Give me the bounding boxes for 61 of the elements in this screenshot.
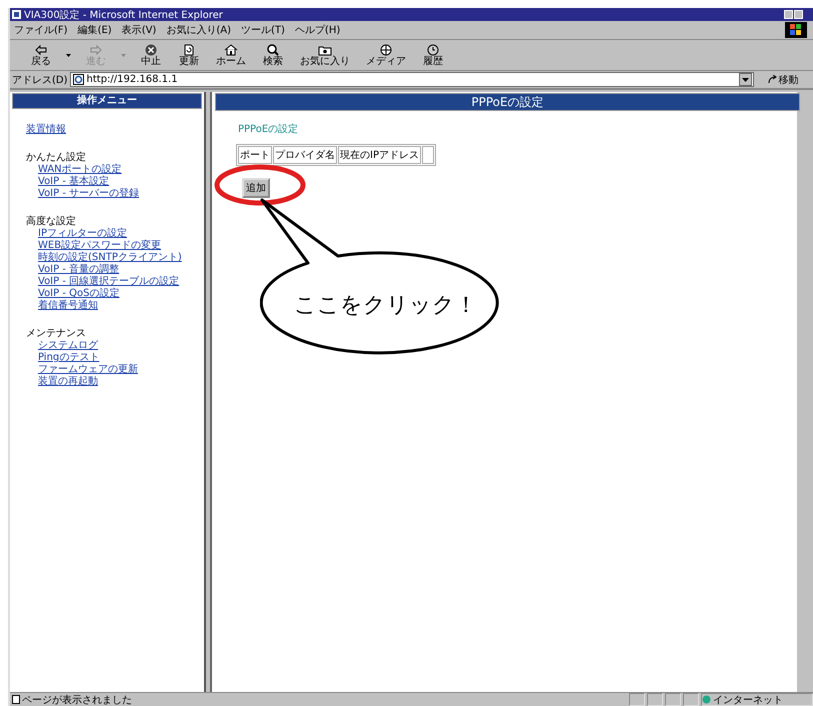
toolbar-button[interactable]: ホーム: [210, 44, 252, 66]
page-header: PPPoEの設定: [216, 94, 799, 110]
menu-item[interactable]: ツール(T): [241, 23, 285, 37]
arrow-left-icon: [34, 44, 48, 56]
menu-link[interactable]: VoIP - サーバーの登録: [13, 188, 201, 200]
column-header: ポート: [238, 146, 272, 164]
go-button[interactable]: 移動: [754, 72, 799, 86]
menu-link[interactable]: 時刻の設定(SNTPクライアント): [13, 252, 201, 264]
menu-item[interactable]: ファイル(F): [14, 23, 68, 37]
toolbar-button[interactable]: 戻る: [24, 44, 58, 66]
go-arrow-icon: [768, 75, 777, 84]
stop-icon: [144, 44, 158, 56]
toolbar-button[interactable]: 履歴: [416, 44, 450, 66]
menu-link[interactable]: Pingのテスト: [13, 352, 201, 364]
column-header: 現在のIPアドレス: [338, 146, 421, 164]
menu-item[interactable]: 表示(V): [122, 23, 156, 37]
menu-heading: 高度な設定: [25, 216, 77, 228]
menu-link[interactable]: VoIP - 音量の調整: [13, 264, 201, 276]
window-icon: [12, 10, 21, 19]
menu-link[interactable]: ファームウェアの更新: [13, 364, 201, 376]
minimize-button[interactable]: [784, 10, 793, 19]
menu-heading: かんたん設定: [25, 152, 87, 164]
menu-heading: メンテナンス: [25, 328, 87, 340]
menu-link[interactable]: システムログ: [13, 340, 201, 352]
menu-link[interactable]: 着信番号通知: [13, 300, 201, 312]
address-label: アドレス(D): [12, 74, 68, 86]
menu-link[interactable]: 装置の再起動: [13, 376, 201, 388]
callout-text: ここをクリック！: [294, 292, 477, 320]
menu-item[interactable]: お気に入り(A): [166, 23, 231, 37]
menu-link[interactable]: IPフィルターの設定: [13, 228, 201, 240]
section-title: PPPoEの設定: [238, 122, 300, 136]
house-icon: [224, 44, 238, 56]
menu-link[interactable]: VoIP - 回線選択テーブルの設定: [13, 276, 201, 288]
window-title: VIA300設定 - Microsoft Internet Explorer: [24, 8, 224, 22]
windows-flag-icon: [790, 24, 802, 36]
ie-page-icon: [72, 74, 84, 85]
dropdown-button[interactable]: [738, 73, 752, 86]
zone-label: インターネット: [713, 694, 783, 706]
page-icon: [12, 695, 20, 704]
toolbar-button[interactable]: メディア: [360, 44, 412, 66]
column-header: プロバイダ名: [273, 146, 337, 164]
menu-link[interactable]: 装置情報: [13, 124, 201, 136]
search-icon: [266, 44, 280, 56]
menu-link[interactable]: WEB設定パスワードの変更: [13, 240, 201, 252]
menu-link[interactable]: VoIP - 基本設定: [13, 176, 201, 188]
arrow-right-icon: [89, 44, 103, 56]
toolbar-button[interactable]: お気に入り: [294, 44, 356, 66]
menu-item[interactable]: 編集(E): [78, 23, 112, 37]
toolbar-button[interactable]: 検索: [256, 44, 290, 66]
status-message: ページが表示されました: [22, 694, 132, 706]
menu-link[interactable]: VoIP - QoSの設定: [13, 288, 201, 300]
address-field[interactable]: http://192.168.1.1: [70, 72, 754, 87]
caret-icon: [742, 78, 749, 82]
toolbar-button[interactable]: 更新: [172, 44, 206, 66]
sidebar-header: 操作メニュー: [13, 94, 201, 108]
toolbar-button[interactable]: 中止: [134, 44, 168, 66]
maximize-button[interactable]: [794, 10, 803, 19]
add-button[interactable]: 追加: [242, 178, 270, 198]
menu-item[interactable]: ヘルプ(H): [294, 23, 340, 37]
menu-link[interactable]: WANポートの設定: [13, 164, 201, 176]
document-refresh-icon: [182, 44, 196, 56]
